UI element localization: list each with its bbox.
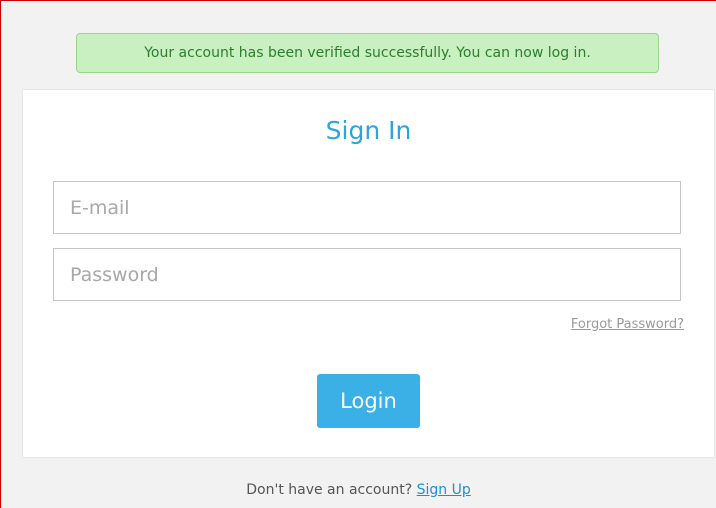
email-field[interactable] xyxy=(53,181,681,234)
success-alert: Your account has been verified successfu… xyxy=(76,33,659,73)
page-frame: Your account has been verified successfu… xyxy=(0,0,716,508)
page-title: Sign In xyxy=(325,116,412,145)
login-button[interactable]: Login xyxy=(317,374,420,428)
signup-prompt: Don't have an account? Sign Up xyxy=(1,482,716,498)
signup-prompt-text: Don't have an account? xyxy=(246,482,413,498)
signup-link[interactable]: Sign Up xyxy=(417,482,471,498)
password-field[interactable] xyxy=(53,248,681,301)
success-alert-message: Your account has been verified successfu… xyxy=(144,45,591,61)
forgot-password-link[interactable]: Forgot Password? xyxy=(571,317,684,332)
signin-card: Sign In Forgot Password? Login xyxy=(22,89,715,458)
